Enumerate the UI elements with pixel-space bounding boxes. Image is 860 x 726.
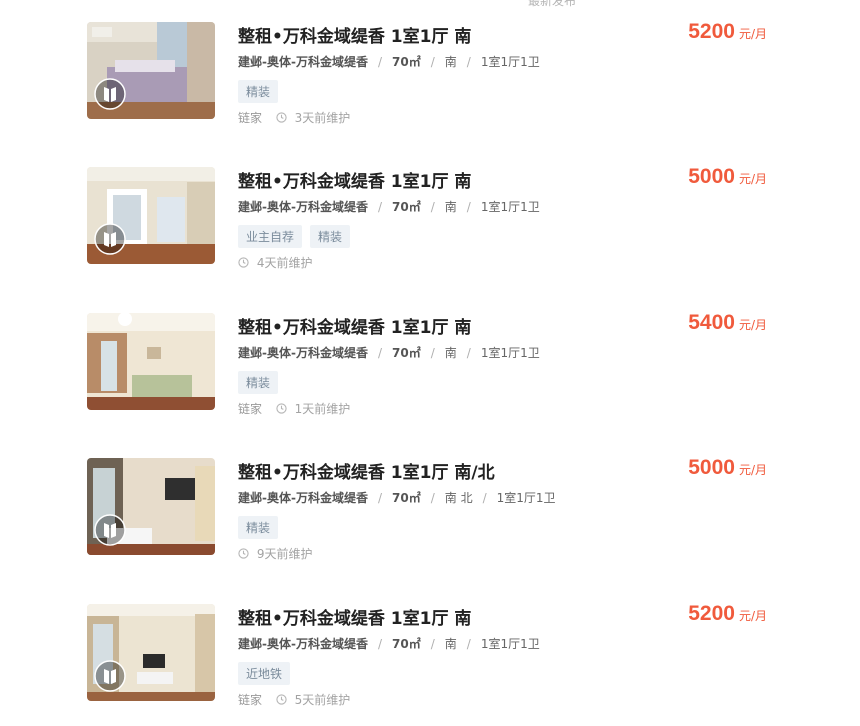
listing-tag: 精装: [238, 371, 279, 394]
price-value: 5200: [688, 20, 735, 43]
listing-tags: 精装: [238, 516, 286, 539]
listing-tag: 精装: [310, 225, 351, 248]
vr-tour-icon: [94, 223, 126, 255]
listing-meta: 建邺-奥体-万科金域缇香/70㎡ / 南/1室1厅1卫: [238, 346, 540, 360]
listing-card[interactable]: 整租•万科金域缇香 1室1厅 南 建邺-奥体-万科金域缇香/70㎡ / 南/1室1厅…: [87, 602, 787, 714]
vr-tour-icon: [94, 660, 126, 692]
listing-price: 5200 元/月: [688, 20, 767, 44]
vr-tour-icon: [94, 514, 126, 546]
listing-area: 70㎡: [392, 55, 421, 69]
clock-icon: [238, 257, 249, 268]
listing-photo[interactable]: [87, 167, 215, 264]
listing-location[interactable]: 建邺-奥体-万科金域缇香: [238, 55, 368, 69]
listing-tags: 精装: [238, 80, 286, 103]
listing-photo[interactable]: [87, 313, 215, 410]
listing-card[interactable]: 整租•万科金域缇香 1室1厅 南/北 建邺-奥体-万科金域缇香/70㎡ / 南 北 /…: [87, 456, 787, 568]
listing-brand: 链家: [238, 402, 263, 416]
listing-layout: 1室1厅1卫: [480, 346, 540, 360]
listing-title[interactable]: 整租•万科金域缇香 1室1厅 南/北: [238, 458, 495, 483]
listing-location[interactable]: 建邺-奥体-万科金域缇香: [238, 200, 368, 214]
listing-maintained: 5天前维护: [294, 693, 351, 707]
vr-tour-icon: [94, 78, 126, 110]
listing-tag: 业主自荐: [238, 225, 303, 248]
listing-location[interactable]: 建邺-奥体-万科金域缇香: [238, 491, 368, 505]
listing-area: 70㎡: [392, 637, 421, 651]
price-unit: 元/月: [738, 318, 767, 332]
listing-tag: 精装: [238, 516, 279, 539]
listing-footer: 链家 3天前维护: [238, 109, 350, 126]
clock-icon: [238, 548, 249, 559]
listing-photo[interactable]: [87, 22, 215, 119]
listing-meta: 建邺-奥体-万科金域缇香/70㎡ / 南/1室1厅1卫: [238, 200, 540, 214]
listing-title[interactable]: 整租•万科金域缇香 1室1厅 南: [238, 313, 471, 338]
listing-tags: 业主自荐 精装: [238, 225, 358, 248]
listing-area: 70㎡: [392, 346, 421, 360]
clock-icon: [276, 694, 287, 705]
listing-price: 5000 元/月: [688, 456, 767, 480]
listing-price: 5000 元/月: [688, 165, 767, 189]
listing-brand: 链家: [238, 111, 263, 125]
listing-tags: 近地铁: [238, 662, 298, 685]
listing-card[interactable]: 整租•万科金域缇香 1室1厅 南 建邺-奥体-万科金域缇香/70㎡ / 南/1室1厅…: [87, 165, 787, 277]
price-unit: 元/月: [738, 609, 767, 623]
clock-icon: [276, 112, 287, 123]
listing-footer: 链家 1天前维护: [238, 400, 350, 417]
listing-meta: 建邺-奥体-万科金域缇香/70㎡ / 南/1室1厅1卫: [238, 637, 540, 651]
listing-layout: 1室1厅1卫: [480, 637, 540, 651]
listing-tag: 精装: [238, 80, 279, 103]
listing-maintained: 1天前维护: [294, 402, 351, 416]
price-value: 5400: [688, 311, 735, 334]
listing-price: 5400 元/月: [688, 311, 767, 335]
clock-icon: [276, 403, 287, 414]
price-value: 5000: [688, 456, 735, 479]
listing-orientation: 南: [444, 637, 457, 651]
listing-area: 70㎡: [392, 200, 421, 214]
listing-meta: 建邺-奥体-万科金域缇香/70㎡ / 南 北/1室1厅1卫: [238, 491, 556, 505]
price-unit: 元/月: [738, 27, 767, 41]
listing-orientation: 南: [444, 346, 457, 360]
price-unit: 元/月: [738, 463, 767, 477]
listing-title[interactable]: 整租•万科金域缇香 1室1厅 南: [238, 22, 471, 47]
listing-layout: 1室1厅1卫: [496, 491, 556, 505]
listing-price: 5200 元/月: [688, 602, 767, 626]
listing-meta: 建邺-奥体-万科金域缇香/70㎡ / 南/1室1厅1卫: [238, 55, 540, 69]
listing-footer: 链家 5天前维护: [238, 691, 350, 708]
price-value: 5200: [688, 602, 735, 625]
listing-footer: 9天前维护: [238, 545, 312, 562]
listing-card[interactable]: 整租•万科金域缇香 1室1厅 南 建邺-奥体-万科金域缇香/70㎡ / 南/1室1厅…: [87, 20, 787, 132]
listing-tags: 精装: [238, 371, 286, 394]
listing-orientation: 南: [444, 200, 457, 214]
listing-footer: 4天前维护: [238, 254, 312, 271]
listing-area: 70㎡: [392, 491, 421, 505]
listing-brand: 链家: [238, 693, 263, 707]
listing-maintained: 9天前维护: [256, 547, 313, 561]
price-unit: 元/月: [738, 172, 767, 186]
listing-layout: 1室1厅1卫: [480, 200, 540, 214]
listing-location[interactable]: 建邺-奥体-万科金域缇香: [238, 637, 368, 651]
listing-maintained: 3天前维护: [294, 111, 351, 125]
listing-photo[interactable]: [87, 604, 215, 701]
listing-location[interactable]: 建邺-奥体-万科金域缇香: [238, 346, 368, 360]
listing-maintained: 4天前维护: [256, 256, 313, 270]
listing-photo[interactable]: [87, 458, 215, 555]
listing-card[interactable]: 整租•万科金域缇香 1室1厅 南 建邺-奥体-万科金域缇香/70㎡ / 南/1室1厅…: [87, 311, 787, 423]
top-partial-text: 最新发布: [528, 0, 577, 8]
listing-title[interactable]: 整租•万科金域缇香 1室1厅 南: [238, 167, 471, 192]
listing-orientation: 南 北: [444, 491, 473, 505]
listing-orientation: 南: [444, 55, 457, 69]
price-value: 5000: [688, 165, 735, 188]
listing-title[interactable]: 整租•万科金域缇香 1室1厅 南: [238, 604, 471, 629]
listing-tag: 近地铁: [238, 662, 291, 685]
listing-layout: 1室1厅1卫: [480, 55, 540, 69]
